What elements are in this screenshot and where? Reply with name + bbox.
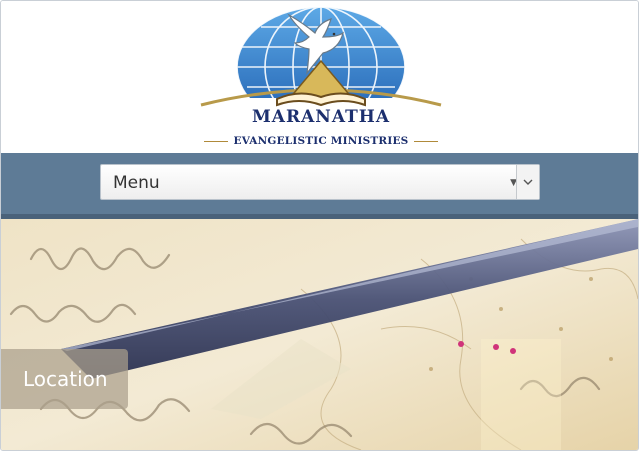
logo-tagline: EVANGELISTIC MINISTRIES	[233, 135, 409, 147]
logo-rule-right	[414, 140, 439, 142]
site-logo[interactable]: MARANATHA EVANGELISTIC MINISTRIES	[191, 3, 451, 151]
nav-bar: Menu ▼	[1, 153, 638, 219]
dove-globe-bible-logo-icon	[191, 6, 451, 115]
menu-select[interactable]: Menu ▼	[100, 164, 540, 200]
location-button[interactable]: Location	[1, 349, 128, 409]
location-label: Location	[23, 367, 108, 391]
hero-banner: Location	[1, 219, 638, 450]
site-header: MARANATHA EVANGELISTIC MINISTRIES	[1, 1, 638, 153]
map-pen-background-image	[1, 219, 638, 450]
page-frame: MARANATHA EVANGELISTIC MINISTRIES Menu ▼	[0, 0, 639, 451]
menu-select-label: Menu	[113, 173, 160, 193]
chevron-down-icon[interactable]	[516, 165, 539, 199]
logo-tagline-row: EVANGELISTIC MINISTRIES	[201, 132, 441, 150]
logo-rule-left	[203, 140, 228, 142]
logo-title: MARANATHA	[251, 107, 391, 127]
